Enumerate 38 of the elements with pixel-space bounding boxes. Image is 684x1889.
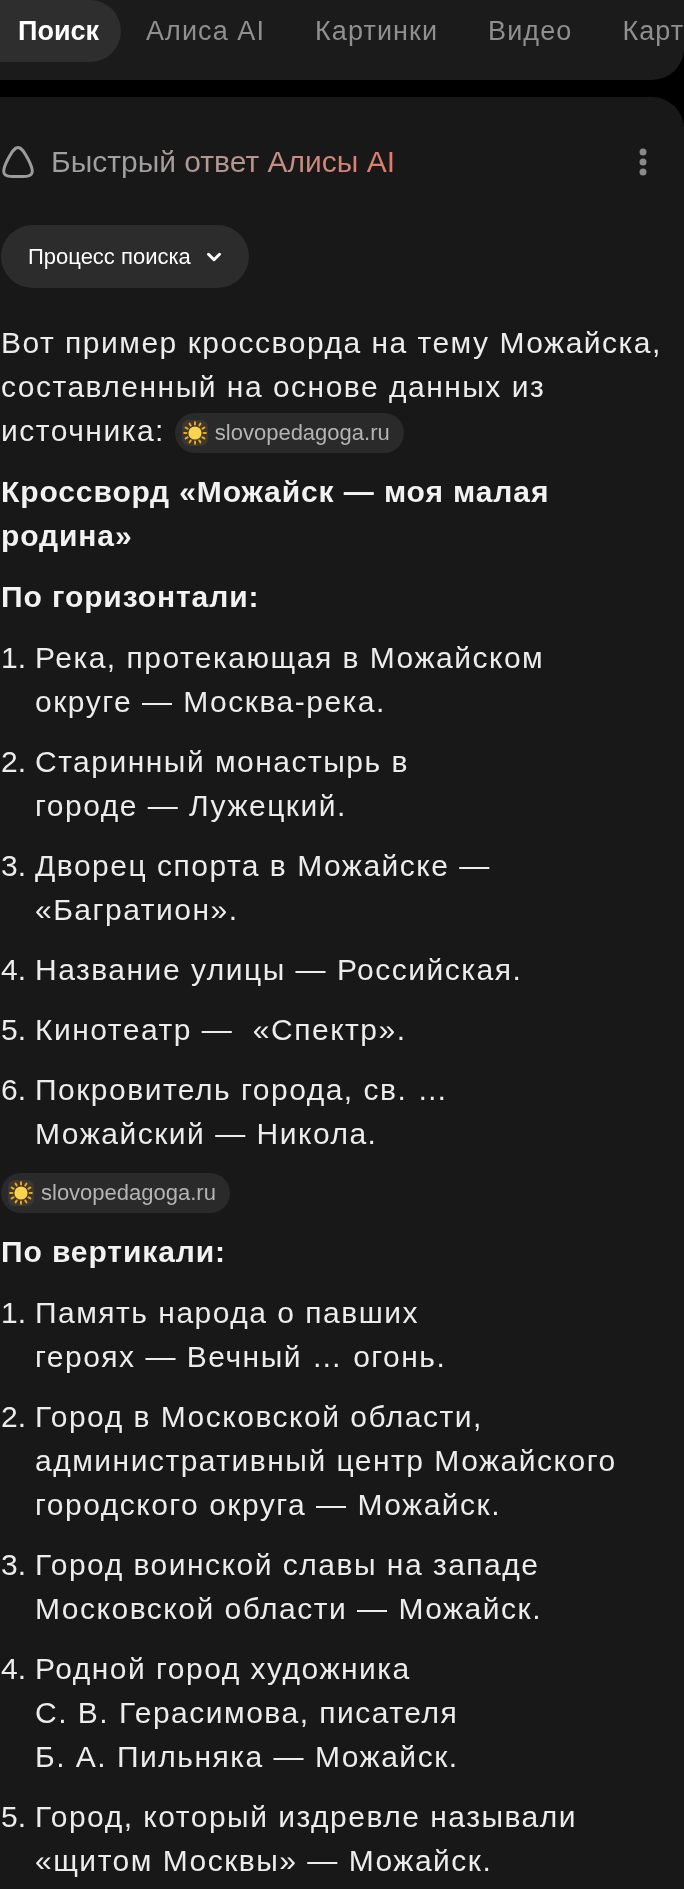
list-number: 2.: [1, 1399, 28, 1436]
list-number: 3.: [1, 848, 28, 885]
tab[interactable]: Алиса AI: [121, 0, 291, 62]
list-item-text: Родной город художника С. В. Герасимова, писателя Б. А. Пильняка — Можайск.: [35, 1651, 460, 1776]
list-number: 2.: [1, 744, 28, 781]
list-item-text: Город воинской славы на западе Московской области — Можайск.: [35, 1547, 544, 1628]
list-item-text: Город в Московской области, административный центр Можайского городского округа — Можайск.: [35, 1399, 618, 1524]
tab[interactable]: Видео: [463, 0, 598, 62]
list-item-text: Кинотеатр — «Спектр».: [35, 1012, 408, 1049]
list-number: 3.: [1, 1547, 28, 1584]
tab[interactable]: Поиск: [0, 0, 122, 62]
list-item-text: Память народа о павших героях — Вечный … огонь.: [35, 1295, 448, 1376]
section-heading: По горизонтали:: [1, 579, 261, 616]
list-number: 6.: [1, 1072, 28, 1109]
list-number: 1.: [1, 1295, 28, 1332]
list-number: 5.: [1, 1012, 28, 1049]
list-number: 4.: [1, 1651, 28, 1688]
sun-icon: [181, 420, 208, 447]
list-number: 4.: [1, 952, 28, 989]
sun-icon: [8, 1180, 34, 1207]
source-link[interactable]: slovopedagoga.ru: [1, 1173, 230, 1214]
list-item-text: Покровитель города, св. … Можайский — Никола.: [35, 1072, 450, 1153]
tab[interactable]: Картинки: [290, 0, 464, 62]
list-item-text: Старинный монастырь в городе — Лужецкий.: [35, 744, 410, 825]
source-link[interactable]: slovopedagoga.ru: [174, 413, 404, 454]
section-heading: Кроссворд «Можайск — моя малая родина»: [1, 474, 551, 555]
list-item-text: Город, который издревле называли «щитом Москвы» — Можайск.: [35, 1799, 578, 1880]
tab[interactable]: Карт: [597, 0, 684, 62]
triangle-outline-icon: [1, 144, 35, 180]
list-item-text: Река, протекающая в Можайском округе — Москва-река.: [35, 640, 546, 721]
paragraph-text: Вот пример кроссворда на тему Можайска, составленный на основе данных из источника: slovopedagoga.ru: [1, 321, 677, 454]
list-item-text: Название улицы — Российская.: [35, 952, 524, 989]
list-number: 5.: [1, 1799, 28, 1836]
more-icon[interactable]: [638, 148, 648, 176]
section-heading: По вертикали:: [1, 1234, 227, 1271]
search-process-button[interactable]: Процесс поиска: [1, 225, 249, 288]
list-number: 1.: [1, 640, 28, 677]
list-item-text: Дворец спорта в Можайске — «Багратион».: [35, 848, 492, 929]
